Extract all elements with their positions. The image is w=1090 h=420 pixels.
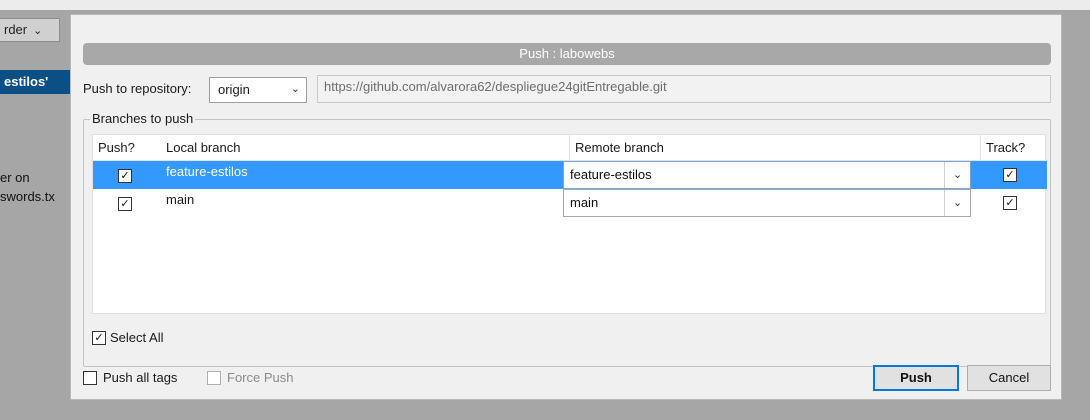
chevron-down-icon: ⌄	[290, 83, 300, 95]
push-checkbox[interactable]: ✓	[118, 169, 132, 183]
force-push-box[interactable]	[207, 371, 221, 385]
repository-url-field[interactable]: https://github.com/alvarora62/despliegue…	[317, 75, 1051, 103]
remote-branch-combo[interactable]: feature-estilos ⌄	[563, 161, 971, 189]
dialog-title: Push : labowebs	[83, 43, 1051, 65]
table-row[interactable]: ✓ main main ⌄ ✓	[93, 189, 1047, 217]
push-checkbox[interactable]: ✓	[118, 197, 132, 211]
background-topbar	[0, 0, 1090, 10]
chevron-down-icon[interactable]: ⌄	[944, 190, 970, 216]
remote-branch-value: feature-estilos	[570, 167, 652, 182]
background-order-select[interactable]: rder ⌄	[0, 18, 60, 42]
push-dialog: Push : labowebs Push to repository: orig…	[70, 14, 1062, 400]
table-header: Push? Local branch Remote branch Track?	[93, 135, 1047, 161]
column-header-local-branch[interactable]: Local branch	[166, 140, 240, 155]
table-row[interactable]: ✓ feature-estilos feature-estilos ⌄ ✓	[93, 161, 1047, 189]
chevron-down-icon[interactable]: ⌄	[944, 162, 970, 188]
select-all-label[interactable]: Select All	[110, 330, 163, 345]
branches-table: Push? Local branch Remote branch Track? …	[92, 134, 1047, 314]
repository-row: Push to repository: origin ⌄ https://git…	[83, 75, 1051, 103]
push-button[interactable]: Push	[873, 365, 959, 391]
background-order-label: rder	[4, 22, 28, 37]
track-checkbox[interactable]: ✓	[1003, 168, 1017, 182]
background-text-line: er on	[0, 170, 30, 185]
repository-url-value: https://github.com/alvarora62/despliegue…	[324, 79, 667, 94]
column-header-remote-branch[interactable]: Remote branch	[575, 140, 664, 155]
column-separator[interactable]	[980, 135, 981, 161]
column-separator[interactable]	[569, 135, 570, 161]
repository-label: Push to repository:	[83, 81, 192, 96]
push-all-tags-label[interactable]: Push all tags	[103, 370, 177, 385]
background-text-line: swords.tx	[0, 189, 55, 204]
remote-branch-combo[interactable]: main ⌄	[563, 189, 971, 217]
select-all-box[interactable]: ✓	[92, 331, 106, 345]
repository-select[interactable]: origin ⌄	[209, 77, 307, 103]
local-branch-name: main	[166, 192, 195, 207]
force-push-label[interactable]: Force Push	[227, 370, 293, 385]
remote-branch-value: main	[570, 195, 599, 210]
chevron-down-icon: ⌄	[33, 25, 43, 37]
column-header-track[interactable]: Track?	[986, 140, 1025, 155]
branches-group: Branches to push Push? Local branch Remo…	[83, 111, 1051, 367]
background-selected-row[interactable]: estilos'	[0, 70, 70, 94]
push-all-tags-box[interactable]	[83, 371, 97, 385]
repository-select-value: origin	[218, 82, 250, 97]
cancel-button[interactable]: Cancel	[967, 365, 1051, 391]
branches-group-title: Branches to push	[90, 111, 196, 126]
track-checkbox[interactable]: ✓	[1003, 196, 1017, 210]
local-branch-name: feature-estilos	[166, 164, 248, 179]
column-header-push[interactable]: Push?	[98, 140, 135, 155]
background-selected-row-text: estilos'	[4, 74, 49, 89]
